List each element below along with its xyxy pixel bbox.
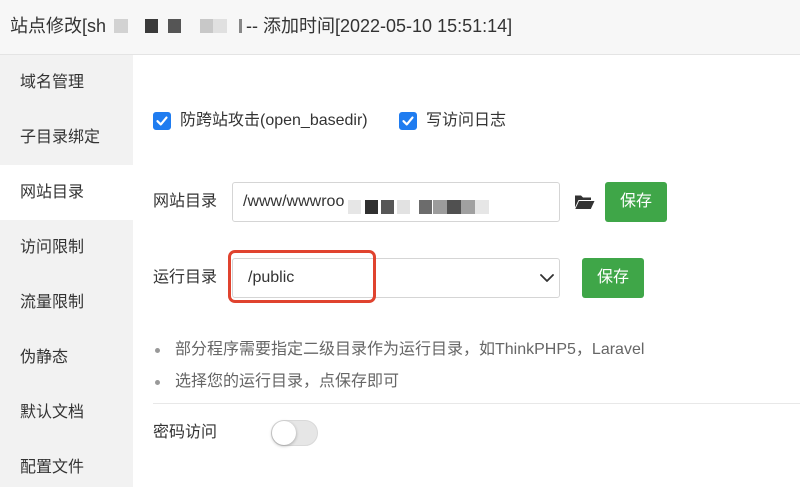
site-directory-field[interactable] [232,182,560,222]
save-site-directory-button[interactable]: 保存 [605,182,667,222]
access-log-label: 写访问日志 [426,112,507,129]
redacted-block [397,200,410,214]
sidebar-item-label: 默认文档 [20,404,85,421]
dialog-title-suffix: -- 添加时间[2022-05-10 15:51:14] [246,16,513,36]
sidebar-item-config-file[interactable]: 配置文件 [0,440,133,487]
redacted-block [365,200,378,214]
redacted-block [419,200,432,214]
run-directory-select[interactable]: /public [232,258,560,298]
section-divider [153,403,800,404]
sidebar-item-traffic-limit[interactable]: 流量限制 [0,275,133,330]
redacted-block [461,200,475,214]
site-directory-panel: 防跨站攻击(open_basedir) 写访问日志 网站目录 /www/wwwr… [133,55,800,487]
sidebar: 域名管理 子目录绑定 网站目录 访问限制 流量限制 伪静态 默认文档 配置文件 [0,55,133,487]
sidebar-item-default-document[interactable]: 默认文档 [0,385,133,440]
redacted-block [200,19,213,33]
tip-item: 部分程序需要指定二级目录作为运行目录，如ThinkPHP5，Laravel [155,338,644,362]
open-basedir-option[interactable]: 防跨站攻击(open_basedir) [153,112,368,130]
password-access-label: 密码访问 [153,424,218,441]
access-log-checkbox[interactable] [399,112,417,130]
redacted-path-mask [346,183,496,221]
site-directory-label: 网站目录 [153,193,218,210]
password-access-toggle[interactable] [271,420,318,446]
bullet-icon [155,347,160,353]
sidebar-item-subdirectory-binding[interactable]: 子目录绑定 [0,110,133,165]
sidebar-item-label: 访问限制 [20,239,85,256]
sidebar-item-access-restriction[interactable]: 访问限制 [0,220,133,275]
tip-text: 部分程序需要指定二级目录作为运行目录，如ThinkPHP5，Laravel [175,341,645,358]
sidebar-item-label: 配置文件 [20,459,85,476]
sidebar-item-label: 域名管理 [20,74,85,91]
sidebar-item-label: 子目录绑定 [20,129,101,146]
bullet-icon [155,379,160,385]
redacted-block [381,200,394,214]
redacted-block [348,200,361,214]
sidebar-item-label: 网站目录 [20,184,85,201]
sidebar-item-site-directory[interactable]: 网站目录 [0,165,133,220]
tip-text: 选择您的运行目录，点保存即可 [175,373,400,390]
sidebar-item-label: 伪静态 [20,349,69,366]
open-basedir-checkbox[interactable] [153,112,171,130]
redacted-block [213,19,227,33]
save-run-directory-button[interactable]: 保存 [582,258,644,298]
site-edit-dialog: 站点修改[sh -- 添加时间[2022-05-10 15:51:14] 域名管… [0,0,800,487]
tip-item: 选择您的运行目录，点保存即可 [155,370,399,394]
sidebar-item-label: 流量限制 [20,294,85,311]
run-directory-value: /public [248,269,295,286]
redacted-block [447,200,461,214]
check-icon [156,116,168,126]
access-log-option[interactable]: 写访问日志 [399,112,506,130]
redacted-block [168,19,181,33]
open-basedir-label: 防跨站攻击(open_basedir) [180,112,368,129]
redacted-block [475,200,489,214]
redacted-block [239,19,242,33]
chevron-down-icon [540,274,554,282]
folder-open-icon[interactable] [574,194,595,210]
redacted-block [145,19,158,33]
dialog-title-prefix: 站点修改[sh [10,16,107,36]
run-directory-label: 运行目录 [153,269,218,286]
redacted-block [433,200,447,214]
sidebar-item-domain-management[interactable]: 域名管理 [0,55,133,110]
sidebar-item-url-rewrite[interactable]: 伪静态 [0,330,133,385]
check-icon [402,116,414,126]
redacted-block [114,19,128,33]
toggle-knob [272,421,296,445]
dialog-titlebar: 站点修改[sh -- 添加时间[2022-05-10 15:51:14] [0,0,800,55]
